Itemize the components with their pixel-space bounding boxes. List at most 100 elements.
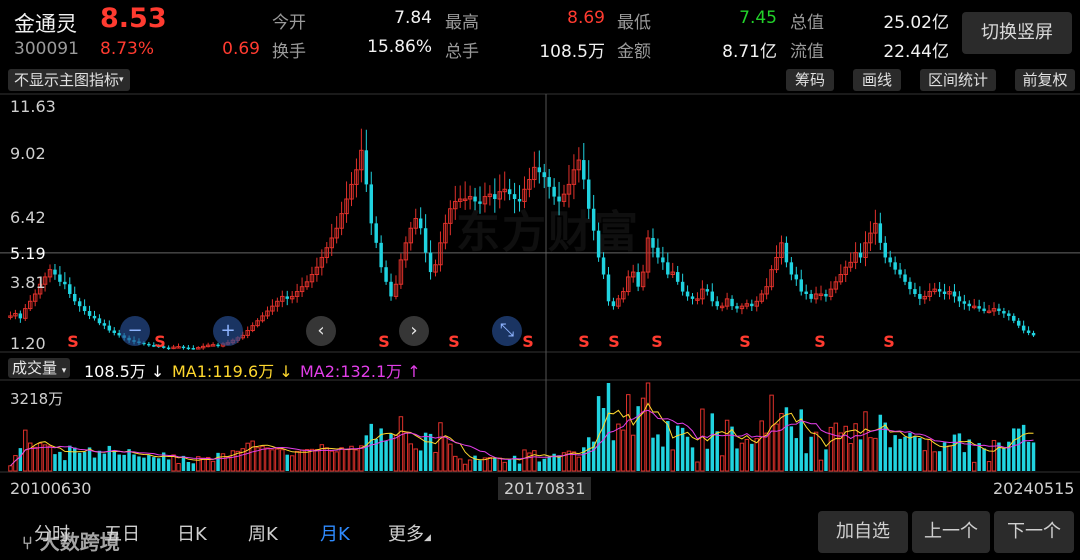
candle-body (962, 301, 967, 304)
volume-bar (235, 450, 241, 472)
volume-bar (957, 433, 962, 471)
volume-bar (294, 450, 300, 472)
candle-body (418, 218, 423, 229)
sell-marker: S (154, 332, 166, 351)
volume-bar (818, 459, 824, 472)
price-axis-label: 11.63 (10, 97, 56, 116)
candle-body (384, 267, 388, 282)
volume-bar (344, 448, 349, 472)
sell-marker: S (522, 332, 534, 351)
candle-body (58, 274, 62, 282)
candle-body (18, 313, 23, 319)
volume-bar (759, 420, 764, 472)
volume-ma1: MA1:119.6万 ↓ (172, 362, 293, 381)
candle-body (1007, 313, 1011, 316)
volume-bar (893, 435, 897, 471)
volume-bar (433, 451, 438, 472)
add-watchlist-button[interactable]: 加自选 (818, 511, 908, 553)
volume-bar (789, 426, 794, 471)
volume-bar (191, 463, 196, 471)
candle-body (942, 291, 947, 294)
chevron-right-icon[interactable]: › (399, 316, 429, 346)
candle-body (1012, 315, 1016, 321)
candle-body (715, 301, 719, 307)
tab-more[interactable]: 更多◢ (388, 520, 431, 546)
candle-body (651, 237, 655, 248)
volume-bar (142, 457, 146, 471)
sell-marker: S (608, 332, 620, 351)
volume-bar (858, 439, 863, 471)
volume-bar (690, 447, 695, 471)
volume-bar (384, 440, 388, 471)
candle-body (908, 281, 912, 290)
volume-bar (730, 426, 734, 471)
volume-bar (72, 447, 77, 471)
candle-body (824, 293, 828, 297)
volume-bar (848, 443, 853, 472)
sell-marker: S (814, 332, 826, 351)
volume-bar (547, 456, 551, 471)
next-button[interactable]: 下一个 (994, 511, 1074, 553)
tab-weekly-k[interactable]: 周K (248, 520, 278, 546)
candle-body (967, 303, 972, 307)
candle-body (285, 296, 289, 299)
tab-daily-k[interactable]: 日K (177, 520, 207, 546)
candle-body (82, 306, 87, 312)
tab-monthly-k[interactable]: 月K (320, 520, 350, 546)
volume-bar (522, 449, 527, 472)
volume-bar (502, 461, 507, 472)
volume-bar (428, 433, 433, 471)
volume-indicator-select[interactable]: 成交量 ▾ (8, 358, 71, 378)
candle-body (72, 293, 77, 302)
price-axis-label: 1.20 (10, 334, 46, 353)
candle-body (53, 269, 57, 275)
candle-body (181, 346, 186, 349)
price-axis-label: 6.42 (10, 208, 46, 227)
volume-bar (225, 456, 231, 472)
volume-bar (927, 438, 932, 472)
volume-bar (952, 434, 957, 471)
volume-bar (403, 432, 409, 472)
volume-bar (349, 445, 354, 472)
volume-bar (640, 397, 646, 472)
volume-bar (937, 451, 942, 471)
chevron-left-icon[interactable]: ‹ (306, 316, 336, 346)
candle-body (685, 291, 690, 297)
candle-body (799, 279, 803, 292)
volume-bar (171, 454, 176, 472)
candle-body (606, 274, 611, 302)
date-mid: 20170831 (498, 477, 592, 500)
zoom-out-icon[interactable]: − (120, 316, 150, 346)
volume-bar (152, 457, 156, 471)
volume-bar (369, 423, 373, 471)
candle-body (186, 347, 191, 350)
volume-bar (626, 394, 631, 472)
candle-body (542, 172, 546, 178)
volume-bar (809, 436, 813, 471)
previous-button[interactable]: 上一个 (912, 511, 990, 553)
volume-bar (739, 442, 745, 472)
volume-bar (423, 432, 428, 471)
volume-bar (147, 455, 151, 471)
candle-body (97, 318, 102, 324)
volume-bar (833, 422, 839, 472)
volume-bar (794, 438, 799, 471)
tab-more-label: 更多 (388, 524, 424, 545)
volume-axis-max: 3218万 (10, 390, 64, 408)
volume-bar (176, 462, 181, 472)
volume-bar (137, 456, 141, 471)
volume-bar (275, 448, 280, 472)
candle-body (750, 303, 754, 307)
candle-body (1031, 332, 1036, 336)
collapse-icon[interactable]: ⤡ (492, 316, 522, 346)
volume-bar (744, 438, 750, 472)
volume-bar (651, 437, 655, 471)
candle-body (601, 257, 606, 275)
candle-body (191, 348, 196, 350)
zoom-in-icon[interactable]: + (213, 316, 243, 346)
volume-bar (265, 447, 270, 472)
candle-body (379, 242, 383, 268)
volume-bar (1016, 428, 1021, 471)
volume-bar (127, 449, 131, 471)
current-price-label: 5.19 (10, 244, 46, 263)
